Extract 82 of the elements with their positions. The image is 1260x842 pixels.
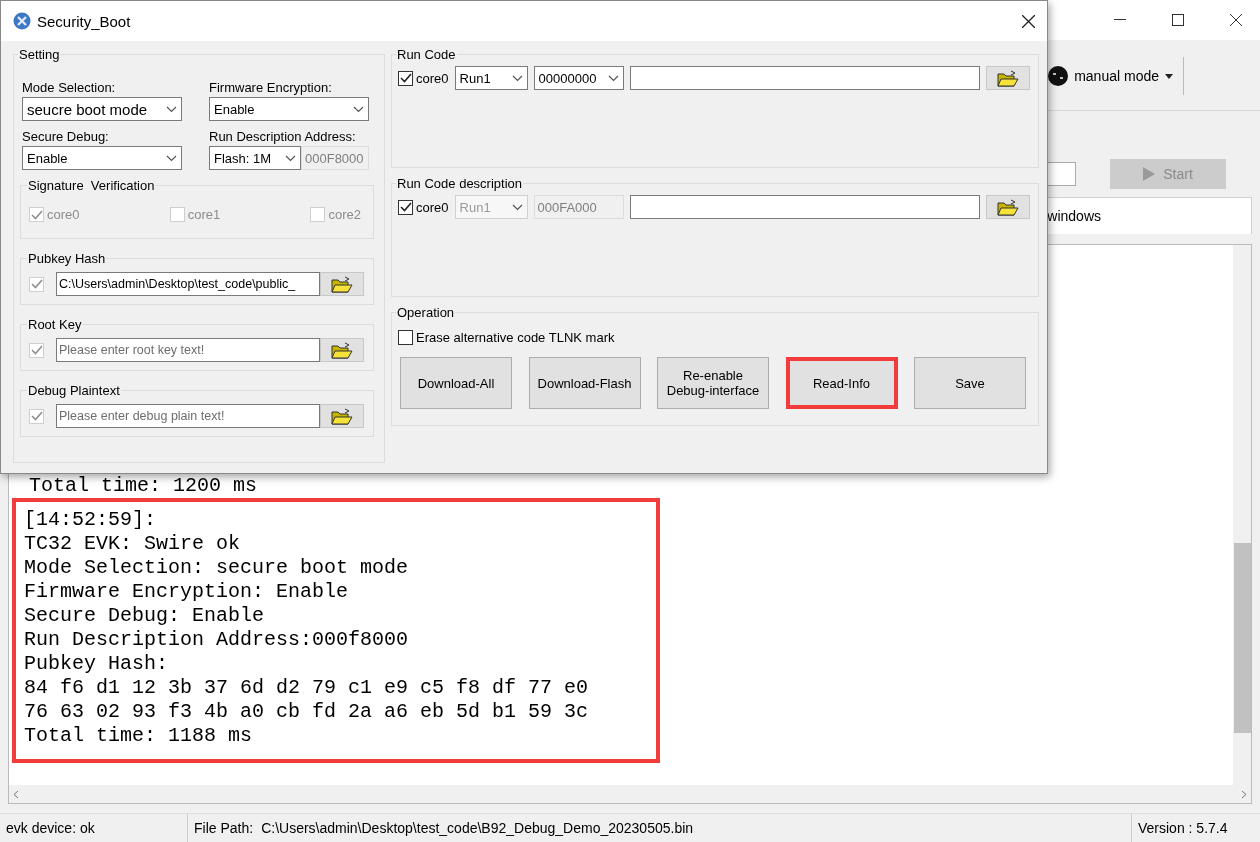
folder-icon <box>996 198 1019 216</box>
group-title: Debug Plaintext <box>27 383 121 398</box>
status-text: Version : 5.7.4 <box>1138 820 1228 836</box>
field-label: Mode Selection: <box>22 79 117 95</box>
folder-icon <box>331 407 353 425</box>
chevron-icon <box>511 203 523 211</box>
input-field[interactable] <box>629 195 980 219</box>
status-text: C:\Users\admin\Desktop\test_code\B92_Debug_Demo_20230505.bin <box>261 820 694 836</box>
chevron-icon <box>353 105 364 113</box>
maximize-icon[interactable] <box>1172 14 1184 26</box>
group-title: Run Code <box>396 47 457 62</box>
checkbox-label: core2 <box>328 207 361 222</box>
group-title: Operation <box>396 305 456 320</box>
checkbox-label: core0 <box>416 70 449 86</box>
action-button[interactable]: Download-All <box>400 357 512 409</box>
group-title: Signature Verification <box>27 178 156 193</box>
browse-button[interactable] <box>320 338 364 362</box>
action-button[interactable]: Read-Info <box>785 357 898 409</box>
checkbox-label: core0 <box>47 207 80 222</box>
field-label: Run Description Address: <box>209 128 357 144</box>
checkbox-label: Erase alternative code TLNK mark <box>416 330 615 345</box>
vertical-scrollbar[interactable] <box>1233 245 1251 785</box>
action-button[interactable]: Save <box>914 357 1026 409</box>
browse-button[interactable] <box>320 404 364 428</box>
chevron-icon <box>607 74 619 82</box>
chevron-icon <box>166 154 177 162</box>
log-line: Firmware Encryption: Enable <box>24 580 350 604</box>
input-field[interactable] <box>629 66 980 90</box>
folder-icon <box>996 69 1019 87</box>
folder-icon <box>331 341 353 359</box>
mode-button[interactable]: manual mode <box>1048 57 1184 95</box>
checkbox[interactable] <box>398 199 413 215</box>
checkbox-label: core1 <box>187 207 221 222</box>
chevron-icon <box>285 154 296 162</box>
group-title: Root Key <box>27 317 83 332</box>
status-label: File Path: <box>194 820 254 836</box>
play-icon <box>1143 167 1156 181</box>
group-title: Setting <box>18 47 61 62</box>
window-title: Security_Boot <box>37 12 132 30</box>
log-line: Pubkey Hash: <box>24 652 170 676</box>
log-line: 84 f6 d1 12 3b 37 6d d2 79 c1 e9 c5 f8 df 77 e0 <box>24 676 590 700</box>
scroll-right-icon[interactable] <box>1241 789 1247 799</box>
group-title: Run Code description <box>396 176 524 191</box>
chevron-icon <box>166 105 177 113</box>
log-line: Mode Selection: secure boot mode <box>24 556 410 580</box>
browse-button[interactable] <box>985 66 1030 90</box>
horizontal-scrollbar[interactable] <box>9 785 1251 803</box>
dropdown[interactable]: Enable <box>209 97 369 121</box>
browse-button[interactable] <box>320 272 364 296</box>
log-line: Total time: 1200 ms <box>28 474 259 498</box>
checkbox[interactable] <box>398 70 413 86</box>
checkbox-label: core0 <box>416 199 449 215</box>
log-line: TC32 EVK: Swire ok <box>24 532 242 556</box>
address-field[interactable]: 000F8000 <box>301 146 369 170</box>
caret-icon <box>1165 73 1173 79</box>
mode-icon <box>1048 66 1069 86</box>
app-icon <box>13 12 31 30</box>
log-line: [14:52:59]: <box>24 508 158 532</box>
browse-button[interactable] <box>985 195 1030 219</box>
log-line: Run Description Address:000f8000 <box>24 628 410 652</box>
log-line: Secure Debug: Enable <box>24 604 266 628</box>
chevron-icon <box>511 74 523 82</box>
group-title: Pubkey Hash <box>27 251 107 266</box>
dropdown[interactable]: Flash: 1M <box>209 146 301 170</box>
close-icon[interactable] <box>1230 14 1242 26</box>
checkbox[interactable] <box>398 330 413 345</box>
status-text: evk device: ok <box>6 820 95 836</box>
log-line: 76 63 02 93 f3 4b a0 cb fd 2a a6 eb 5d b1 59 3c <box>24 700 590 724</box>
address-field[interactable]: 000FA000 <box>533 195 624 219</box>
action-button[interactable]: Download-Flash <box>528 357 641 409</box>
field-label: Firmware Encryption: <box>209 79 333 95</box>
minimize-icon[interactable] <box>1114 19 1126 21</box>
dropdown[interactable]: Run1 <box>454 66 528 90</box>
log-line: Total time: 1188 ms <box>24 724 254 748</box>
folder-icon <box>331 275 353 293</box>
dropdown[interactable]: Enable <box>22 146 182 170</box>
action-button[interactable]: Re-enable Debug-interface <box>657 357 769 409</box>
scroll-left-icon[interactable] <box>13 789 19 799</box>
dropdown[interactable]: seucre boot mode <box>22 97 182 121</box>
close-icon[interactable] <box>1022 14 1035 28</box>
dropdown[interactable]: 00000000 <box>533 66 624 90</box>
field-label: Secure Debug: <box>22 128 110 144</box>
